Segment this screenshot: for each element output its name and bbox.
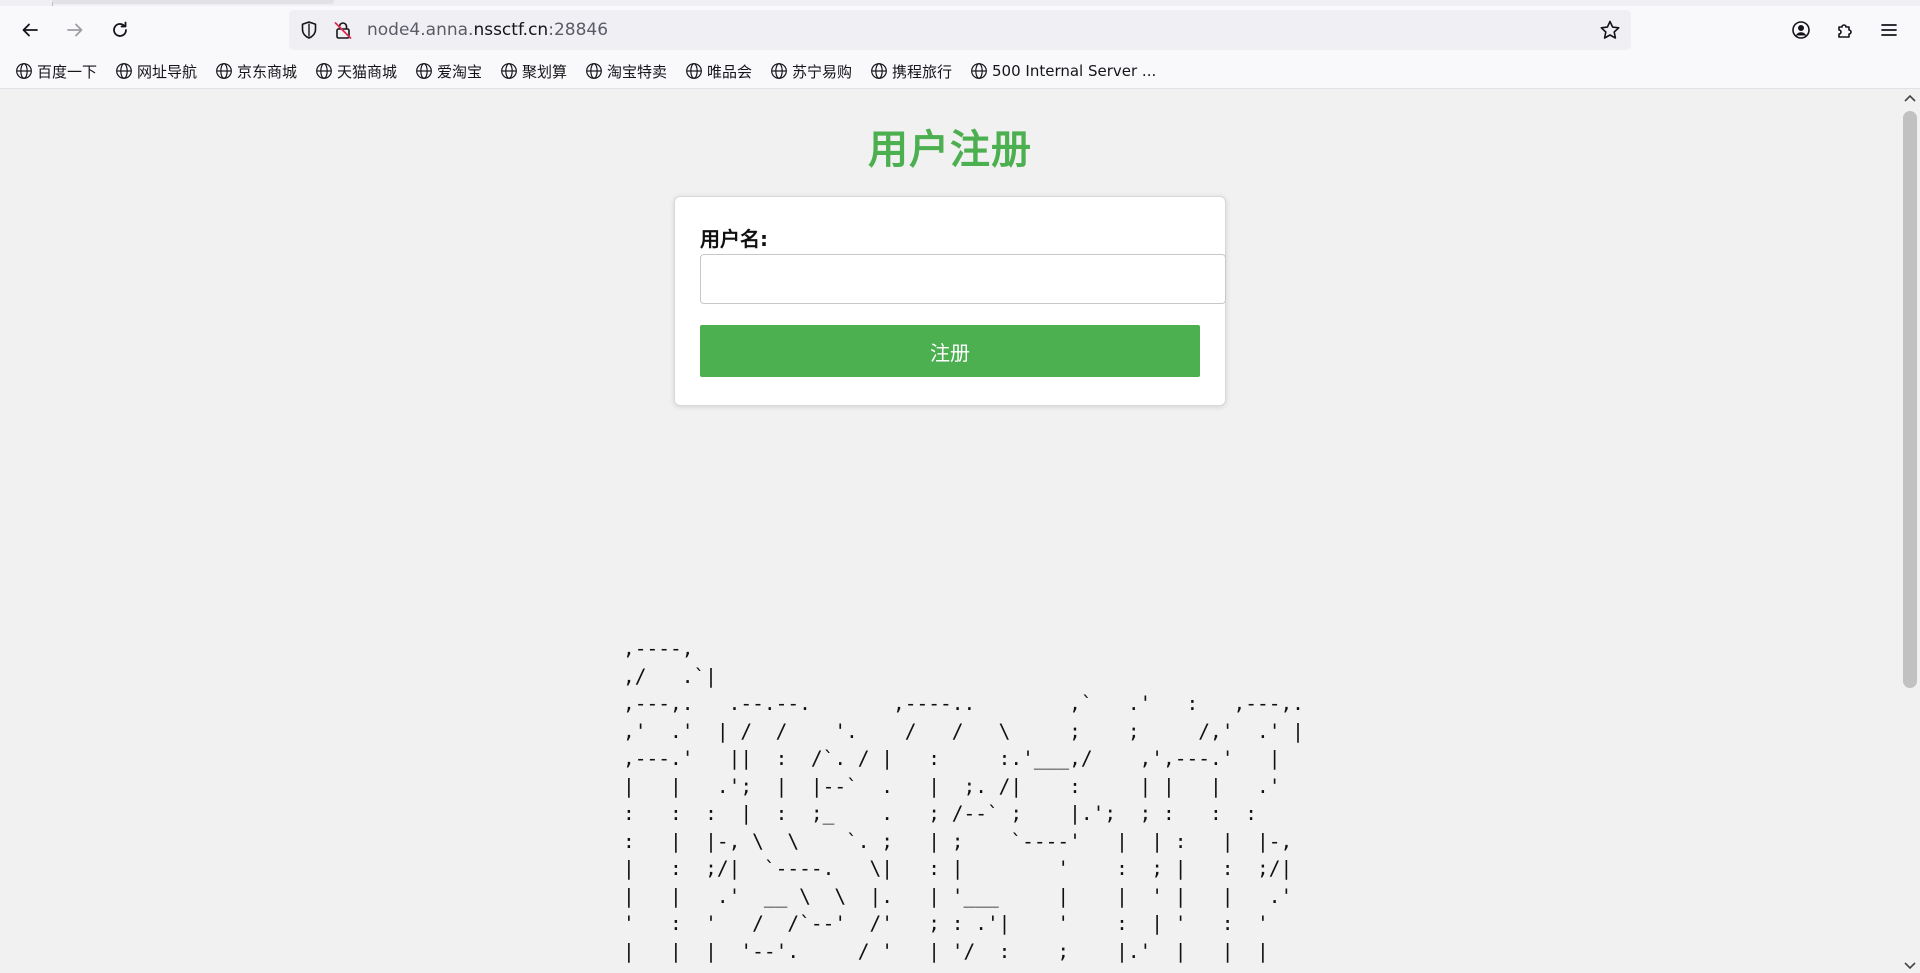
scroll-down-arrow-icon[interactable] (1903, 961, 1917, 971)
bookmark-label: 爱淘宝 (437, 62, 483, 81)
globe-icon (16, 63, 32, 79)
puzzle-icon (1838, 24, 1852, 38)
reload-icon (113, 21, 127, 37)
globe-icon (116, 63, 132, 79)
bookmark-item[interactable]: 携程旅行 (870, 60, 952, 82)
bookmark-item[interactable]: 苏宁易购 (770, 60, 852, 82)
register-form: 用户名: 注册 (674, 196, 1226, 406)
hamburger-menu-icon (1881, 24, 1897, 36)
account-icon (1792, 21, 1810, 39)
bookmark-item[interactable]: 聚划算 (500, 60, 567, 82)
bookmark-star-icon[interactable] (1599, 19, 1621, 41)
forward-button[interactable] (57, 12, 93, 48)
account-button[interactable] (1783, 12, 1819, 48)
globe-icon (316, 63, 332, 79)
bookmark-label: 百度一下 (37, 62, 98, 81)
bookmark-label: 苏宁易购 (792, 62, 853, 81)
url-text[interactable]: node4.anna.nssctf.cn:28846 (367, 19, 608, 41)
bookmarks-toolbar: 百度一下 网址导航 京东商城 天猫商城 爱淘宝 聚划算 淘宝特卖 唯品会 苏宁易… (0, 54, 1920, 89)
app-menu-button[interactable] (1871, 12, 1907, 48)
register-button[interactable]: 注册 (700, 325, 1200, 377)
globe-icon (416, 63, 432, 79)
navigation-toolbar: node4.anna.nssctf.cn:28846 (0, 6, 1920, 54)
bookmark-label: 唯品会 (707, 62, 753, 81)
bookmark-item[interactable]: 500 Internal Server ... (970, 60, 1156, 82)
globe-icon (501, 63, 517, 79)
reload-button[interactable] (102, 12, 138, 48)
ascii-art-banner: ,----, ,/ .`| ,---,. .--.--. ,----.. ,` … (623, 637, 1304, 963)
bookmark-label: 聚划算 (522, 62, 568, 81)
url-port: :28846 (548, 20, 609, 40)
bookmark-item[interactable]: 网址导航 (115, 60, 197, 82)
arrow-right-icon (67, 23, 83, 37)
page-viewport: 用户注册 用户名: 注册 ,----, ,/ .`| ,---,. .--.--… (0, 89, 1900, 973)
bookmark-label: 天猫商城 (337, 62, 398, 81)
bookmark-label: 网址导航 (137, 62, 198, 81)
globe-icon (586, 63, 602, 79)
bookmark-item[interactable]: 爱淘宝 (415, 60, 482, 82)
back-button[interactable] (12, 12, 48, 48)
bookmark-item[interactable]: 京东商城 (215, 60, 297, 82)
globe-icon (686, 63, 702, 79)
url-prefix: node4.anna. (367, 20, 474, 40)
bookmark-label: 京东商城 (237, 62, 298, 81)
bookmark-label: 淘宝特卖 (607, 62, 668, 81)
bookmark-label: 500 Internal Server ... (992, 62, 1157, 80)
vertical-scrollbar[interactable] (1900, 89, 1920, 973)
url-host: nssctf.cn (473, 20, 549, 40)
globe-icon (216, 63, 232, 79)
arrow-left-icon (22, 23, 38, 37)
globe-icon (871, 63, 887, 79)
extensions-button[interactable] (1827, 12, 1863, 48)
globe-icon (771, 63, 787, 79)
scrollbar-thumb[interactable] (1903, 111, 1917, 688)
active-tab-indicator[interactable] (52, 0, 334, 4)
bookmark-item[interactable]: 唯品会 (685, 60, 752, 82)
bookmark-item[interactable]: 淘宝特卖 (585, 60, 667, 82)
shield-icon[interactable] (299, 20, 319, 40)
username-input[interactable] (700, 254, 1226, 304)
username-label: 用户名: (700, 227, 768, 251)
bookmark-item[interactable]: 天猫商城 (315, 60, 397, 82)
globe-icon (971, 63, 987, 79)
scroll-up-arrow-icon[interactable] (1903, 93, 1917, 103)
address-bar[interactable]: node4.anna.nssctf.cn:28846 (289, 10, 1631, 50)
bookmark-label: 携程旅行 (892, 62, 953, 81)
page-title: 用户注册 (868, 127, 1032, 173)
bookmark-item[interactable]: 百度一下 (15, 60, 97, 82)
insecure-lock-icon[interactable] (333, 20, 353, 40)
